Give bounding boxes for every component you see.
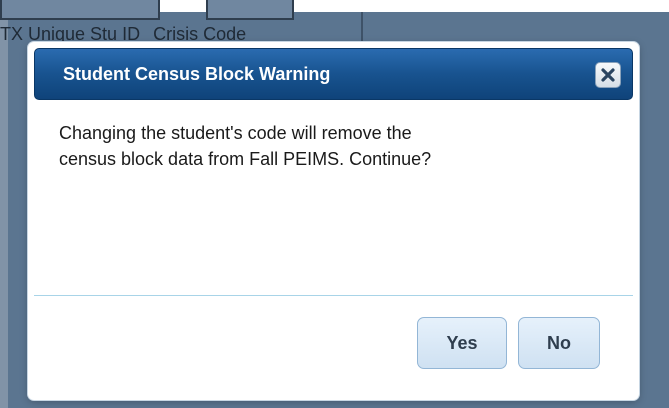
background-left-edge xyxy=(0,12,8,408)
label-tx-unique-stu-id: TX Unique Stu ID xyxy=(0,24,141,44)
label-crisis-code: Crisis Code xyxy=(153,24,247,44)
page: TX Unique Stu ID Crisis Code Student Cen… xyxy=(0,0,669,408)
dialog-header: Student Census Block Warning xyxy=(34,48,633,100)
dialog-divider xyxy=(34,295,633,296)
background-field-tx-unique-stu-id xyxy=(0,0,160,20)
close-icon xyxy=(601,68,615,82)
dialog-message: Changing the student's code will remove … xyxy=(59,120,619,172)
dialog-title: Student Census Block Warning xyxy=(63,64,331,84)
yes-button[interactable]: Yes xyxy=(417,317,507,369)
background-field-crisis-code xyxy=(206,0,294,20)
close-button[interactable] xyxy=(595,62,621,88)
warning-dialog: Student Census Block Warning Changing th… xyxy=(28,42,639,400)
dialog-message-line-1: Changing the student's code will remove … xyxy=(59,123,412,143)
dialog-message-line-2: census block data from Fall PEIMS. Conti… xyxy=(59,149,432,169)
no-button[interactable]: No xyxy=(518,317,600,369)
